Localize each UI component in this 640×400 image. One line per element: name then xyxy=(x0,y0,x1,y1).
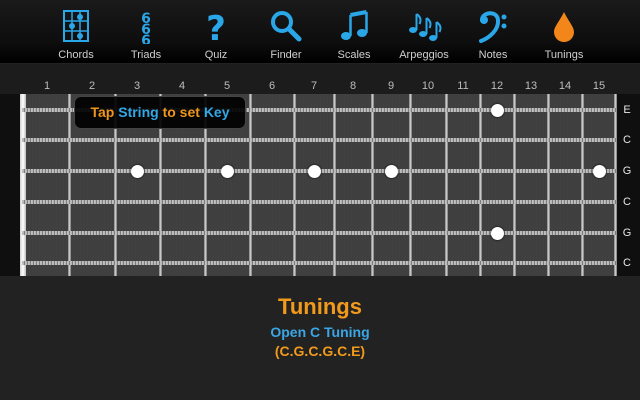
scales-label: Scales xyxy=(337,49,371,61)
fret-wire xyxy=(445,94,448,276)
drop-icon xyxy=(546,8,582,44)
quiz-label: Quiz xyxy=(204,49,228,61)
fret-number: 11 xyxy=(457,80,469,92)
fret-number: 13 xyxy=(524,80,538,92)
bass-clef-icon xyxy=(475,8,511,44)
string-name[interactable]: G xyxy=(618,165,636,177)
tunings-label: Tunings xyxy=(544,49,584,61)
scales-button[interactable]: Scales xyxy=(319,0,389,62)
fret-number: 12 xyxy=(490,80,504,92)
arpeggios-button[interactable]: Arpeggios xyxy=(389,0,459,62)
fret-number: 14 xyxy=(558,80,572,92)
string-name[interactable]: C xyxy=(618,134,636,146)
string-6[interactable] xyxy=(22,261,616,265)
finder-label: Finder xyxy=(270,49,302,61)
music-notes-icon xyxy=(336,8,372,44)
string-name[interactable]: C xyxy=(618,196,636,208)
tuning-name: Open C Tuning xyxy=(270,324,370,340)
fret-wire xyxy=(371,94,374,276)
fret-wire xyxy=(249,94,252,276)
string-name[interactable]: C xyxy=(618,257,636,269)
arpeggio-notes-icon xyxy=(406,8,442,44)
magnifier-icon xyxy=(268,8,304,44)
notes-button[interactable]: Notes xyxy=(458,0,528,62)
nut xyxy=(20,94,26,276)
chords-button[interactable]: Chords xyxy=(41,0,111,62)
notes-label: Notes xyxy=(478,49,508,61)
fret-number: 7 xyxy=(310,80,318,92)
fret-wire xyxy=(293,94,296,276)
triads-label: Triads xyxy=(130,49,162,61)
fret-wire xyxy=(479,94,482,276)
fret-number: 15 xyxy=(592,80,606,92)
triad-icon: 6 6 6 xyxy=(128,8,164,44)
fret-number: 1 xyxy=(43,80,51,92)
question-mark-icon: ? xyxy=(198,8,234,44)
note-marker[interactable] xyxy=(221,165,234,178)
fret-wire xyxy=(68,94,71,276)
note-marker[interactable] xyxy=(491,104,504,117)
quiz-button[interactable]: ? Quiz xyxy=(181,0,251,62)
finder-button[interactable]: Finder xyxy=(251,0,321,62)
fret-number: 8 xyxy=(349,80,357,92)
hint-word: to set xyxy=(162,104,200,120)
fret-wire xyxy=(333,94,336,276)
fret-number: 5 xyxy=(223,80,231,92)
fret-number: 3 xyxy=(133,80,141,92)
string-name[interactable]: G xyxy=(618,227,636,239)
fret-number: 2 xyxy=(88,80,96,92)
string-5[interactable] xyxy=(22,231,616,235)
svg-text:6: 6 xyxy=(141,33,151,44)
fret-wire xyxy=(581,94,584,276)
fret-wire xyxy=(409,94,412,276)
fret-number: 4 xyxy=(178,80,186,92)
fret-number: 6 xyxy=(268,80,276,92)
toolbar: Chords 6 6 6 Triads ? Quiz Finder Scales… xyxy=(0,0,640,63)
note-marker[interactable] xyxy=(131,165,144,178)
fret-wire xyxy=(513,94,516,276)
note-marker[interactable] xyxy=(385,165,398,178)
fret-number: 10 xyxy=(421,80,435,92)
string-name[interactable]: E xyxy=(618,104,636,116)
page-title: Tunings xyxy=(278,294,362,319)
fret-wire xyxy=(614,94,617,276)
tuning-notes: (C.G.C.G.C.E) xyxy=(274,343,366,359)
svg-text:?: ? xyxy=(206,9,226,44)
chord-diagram-icon xyxy=(58,8,94,44)
hint-word: Key xyxy=(203,104,230,120)
hint-word: String xyxy=(118,104,159,120)
note-marker[interactable] xyxy=(308,165,321,178)
string-4[interactable] xyxy=(22,200,616,204)
tap-string-hint: Tap String to set Key xyxy=(74,96,246,129)
info-panel: Tunings Open C Tuning (C.G.C.G.C.E) xyxy=(0,276,640,400)
hint-word: Tap xyxy=(90,104,115,120)
string-2[interactable] xyxy=(22,138,616,142)
arpeggios-label: Arpeggios xyxy=(399,49,449,61)
triads-button[interactable]: 6 6 6 Triads xyxy=(111,0,181,62)
chords-label: Chords xyxy=(58,49,94,61)
fret-wire xyxy=(547,94,550,276)
note-marker[interactable] xyxy=(491,227,504,240)
fret-number: 9 xyxy=(387,80,395,92)
tunings-button[interactable]: Tunings xyxy=(529,0,599,62)
note-marker[interactable] xyxy=(593,165,606,178)
fret-number-row: 1 2 3 4 5 6 7 8 9 10 11 12 13 14 15 xyxy=(0,64,640,94)
